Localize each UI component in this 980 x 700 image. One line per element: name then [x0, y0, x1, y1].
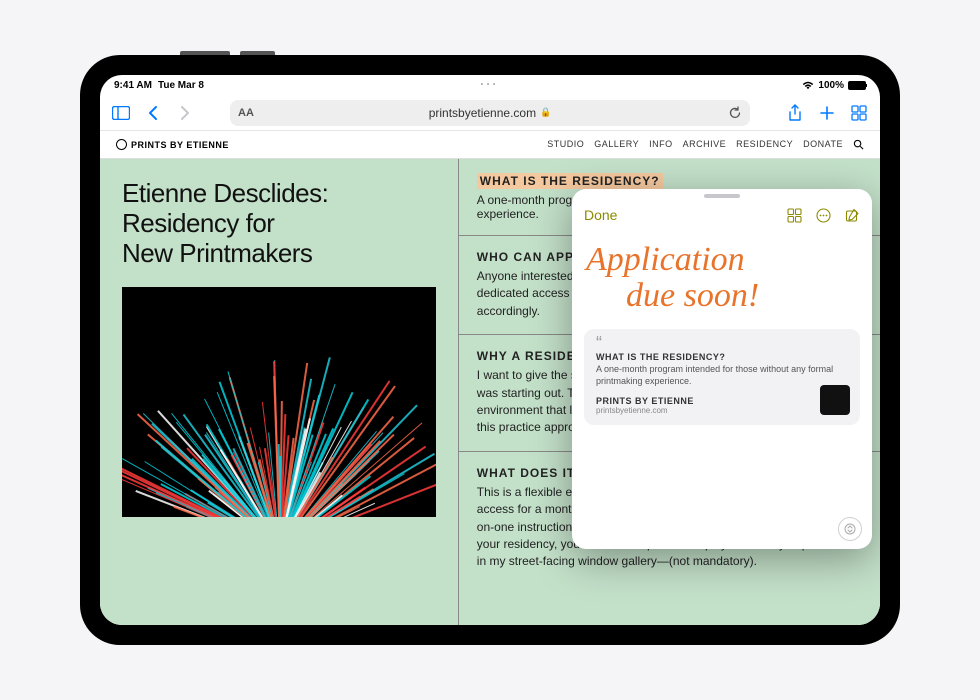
- gallery-icon[interactable]: [787, 208, 802, 223]
- power-button: [180, 51, 230, 55]
- nav-info[interactable]: INFO: [649, 139, 673, 150]
- clip-thumbnail: [820, 385, 850, 415]
- wifi-icon: [802, 81, 814, 90]
- lock-icon: 🔒: [540, 107, 551, 118]
- new-tab-button[interactable]: [816, 102, 838, 124]
- handwritten-note: Application due soon!: [584, 236, 860, 319]
- page-headline: Etienne Desclides: Residency for New Pri…: [122, 179, 436, 269]
- tabs-button[interactable]: [848, 102, 870, 124]
- screen: 9:41 AM Tue Mar 8 ••• 100% AA: [100, 75, 880, 625]
- more-icon[interactable]: [816, 208, 831, 223]
- logo-mark-icon: [116, 139, 127, 150]
- nav-residency[interactable]: RESIDENCY: [736, 139, 793, 150]
- quick-note-body[interactable]: Application due soon! “ WHAT IS THE RESI…: [572, 232, 872, 549]
- battery-icon: [848, 81, 866, 90]
- page-content: Etienne Desclides: Residency for New Pri…: [100, 159, 880, 625]
- status-bar: 9:41 AM Tue Mar 8 ••• 100%: [100, 75, 880, 95]
- nav-studio[interactable]: STUDIO: [547, 139, 584, 150]
- done-button[interactable]: Done: [584, 207, 617, 223]
- quick-note-toolbar: Done: [572, 198, 872, 232]
- reload-button[interactable]: [728, 106, 742, 120]
- nav-donate[interactable]: DONATE: [803, 139, 843, 150]
- status-date: Tue Mar 8: [158, 80, 204, 91]
- forward-button: [174, 102, 196, 124]
- url-text: printsbyetienne.com: [429, 106, 536, 120]
- artwork-image: [122, 287, 436, 517]
- safari-toolbar: AA printsbyetienne.com 🔒: [100, 95, 880, 131]
- quote-mark-icon: “: [596, 339, 848, 348]
- clip-source: PRINTS BY ETIENNE: [596, 396, 848, 406]
- search-icon[interactable]: [853, 139, 864, 150]
- quote-clip-card[interactable]: “ WHAT IS THE RESIDENCY? A one-month pro…: [584, 329, 860, 424]
- nav-archive[interactable]: ARCHIVE: [683, 139, 727, 150]
- section-title: WHAT IS THE RESIDENCY?: [477, 173, 663, 189]
- site-nav: PRINTS BY ETIENNE STUDIO GALLERY INFO AR…: [100, 131, 880, 159]
- handwriting-line-2: due soon!: [586, 278, 858, 314]
- content-left-column: Etienne Desclides: Residency for New Pri…: [100, 159, 459, 625]
- site-brand: PRINTS BY ETIENNE: [131, 140, 229, 150]
- webpage: PRINTS BY ETIENNE STUDIO GALLERY INFO AR…: [100, 131, 880, 625]
- compose-icon[interactable]: [845, 208, 860, 223]
- clip-source-url: printsbyetienne.com: [596, 406, 848, 415]
- share-button[interactable]: [784, 102, 806, 124]
- clip-title: WHAT IS THE RESIDENCY?: [596, 352, 848, 362]
- multitask-dots[interactable]: •••: [481, 82, 499, 88]
- content-right-column: WHAT IS THE RESIDENCY? A one-month progr…: [459, 159, 880, 625]
- site-links: STUDIO GALLERY INFO ARCHIVE RESIDENCY DO…: [547, 139, 864, 150]
- quick-note-panel[interactable]: Done Application due soon!: [572, 189, 872, 549]
- reader-aa-button[interactable]: AA: [238, 107, 254, 119]
- site-logo[interactable]: PRINTS BY ETIENNE: [116, 139, 229, 150]
- handwriting-line-1: Application: [586, 242, 858, 278]
- volume-button: [240, 51, 275, 55]
- clip-desc: A one-month program intended for those w…: [596, 364, 848, 387]
- battery-percent: 100%: [818, 80, 844, 91]
- url-bar[interactable]: AA printsbyetienne.com 🔒: [230, 100, 750, 126]
- back-button[interactable]: [142, 102, 164, 124]
- status-time: 9:41 AM: [114, 80, 152, 91]
- ipad-device-frame: 9:41 AM Tue Mar 8 ••• 100% AA: [80, 55, 900, 645]
- sidebar-icon[interactable]: [110, 102, 132, 124]
- nav-gallery[interactable]: GALLERY: [594, 139, 639, 150]
- expand-button[interactable]: [838, 517, 862, 541]
